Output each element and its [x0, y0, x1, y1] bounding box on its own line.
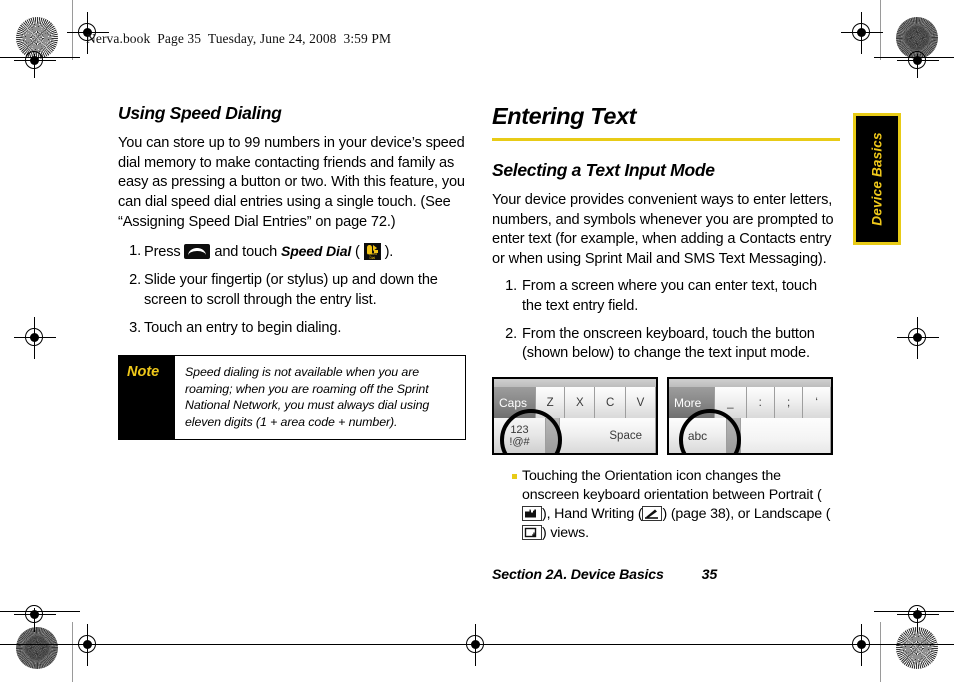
crop-rule-bottom-horizontal: [0, 644, 954, 646]
footer-section-label: Section 2A. Device Basics: [492, 567, 664, 583]
thumb-tab-device-basics: Device Basics: [853, 113, 901, 245]
list-item: Press and touch Speed Dial ( Speed Dial …: [124, 242, 466, 262]
section-title-selecting-text-input-mode: Selecting a Text Input Mode: [492, 159, 715, 180]
key-semicolon: ;: [774, 387, 804, 419]
key-colon: :: [746, 387, 775, 419]
bullet-part3: ) (page 38), or Landscape (: [662, 506, 831, 523]
list-item: From a screen where you can enter text, …: [500, 277, 818, 314]
key-quote: ‘: [803, 387, 831, 419]
note-callout-box: Note Speed dialing is not available when…: [118, 355, 466, 441]
symbol-keyboard-figure: More _ : ; ‘ abc: [667, 377, 833, 456]
note-label: Note: [119, 356, 175, 440]
phone-key-icon: [184, 244, 211, 260]
hand-writing-icon: [642, 506, 663, 522]
landscape-orientation-icon: [522, 525, 542, 541]
key-c: C: [595, 387, 626, 419]
left-column: Using Speed Dialing You can store up to …: [118, 103, 466, 441]
key-more: More: [669, 387, 715, 419]
trim-rule-top-left: [0, 57, 80, 59]
registration-mark-top-right: [841, 12, 883, 54]
registration-mark-page-mid-left: [14, 317, 56, 359]
speed-dialing-intro-paragraph: You can store up to 99 numbers in your d…: [118, 135, 465, 230]
key-caps: Caps: [494, 387, 536, 419]
step1-emphasis: Speed Dial: [281, 243, 352, 260]
key-abc: abc: [669, 418, 727, 454]
list-item: Touch an entry to begin dialing.: [124, 319, 342, 338]
step1-middle: and touch: [210, 244, 282, 261]
key-z: Z: [536, 387, 566, 419]
bullet-part1: Touching the Orientation icon changes th…: [522, 468, 822, 504]
registration-starburst-bottom-left: [16, 627, 58, 669]
key-123-symbols: 123 !@#: [494, 418, 546, 454]
page-footer: Section 2A. Device Basics 35: [492, 567, 852, 583]
step1-paren-open: (: [351, 244, 364, 261]
portrait-orientation-icon: [522, 506, 542, 522]
step1-prefix: Press: [144, 244, 185, 261]
right-column: Entering Text Selecting a Text Input Mod…: [492, 104, 840, 543]
registration-mark-page-bottom-left: [14, 598, 56, 632]
registration-starburst-bottom-right: [896, 627, 938, 669]
registration-mark-page-bottom-right: [897, 598, 939, 632]
list-item: Touching the Orientation icon changes th…: [512, 467, 840, 543]
list-item: From the onscreen keyboard, touch the bu…: [500, 325, 815, 361]
key-spacer: [546, 418, 560, 454]
entering-text-steps-list: From a screen where you can enter text, …: [492, 277, 840, 363]
keyboard-figures-row: Caps Z X C V 123 !@# Space More _ : ; ‘ …: [492, 377, 840, 456]
chapter-title-entering-text: Entering Text: [492, 103, 637, 129]
speed-dial-icon: Speed Dial: [363, 243, 381, 261]
key-space: Space: [560, 418, 656, 454]
registration-mark-page-mid-right: [897, 317, 939, 359]
registration-mark-page-top-left: [14, 44, 56, 78]
thumb-tab-label: Device Basics: [869, 132, 885, 226]
key-v: V: [626, 387, 656, 419]
bullet-part2: ), Hand Writing (: [542, 506, 643, 523]
speed-dialing-steps-list: Press and touch Speed Dial ( Speed Dial …: [118, 242, 466, 338]
orientation-bullet-list: Touching the Orientation icon changes th…: [492, 467, 840, 543]
key-underscore: _: [715, 387, 747, 419]
key-blank: [741, 418, 831, 454]
crop-rule-right-vertical-bottom: [880, 622, 882, 682]
list-item: Slide your fingertip (or stylus) up and …: [124, 271, 438, 308]
entering-text-intro-paragraph: Your device provides convenient ways to …: [492, 191, 834, 267]
bullet-part4: ) views.: [542, 525, 589, 542]
footer-page-number: 35: [701, 567, 718, 583]
key-123-line2: !@#: [509, 435, 530, 448]
step1-suffix: ).: [380, 244, 394, 261]
alpha-keyboard-figure: Caps Z X C V 123 !@# Space: [492, 377, 658, 456]
key-x: X: [565, 387, 596, 419]
registration-mark-page-top-right: [897, 44, 939, 78]
key-123-line1: 123: [510, 423, 529, 436]
trim-rule-top-right: [874, 57, 954, 59]
note-text: Speed dialing is not available when you …: [185, 365, 430, 429]
trim-rule-bottom-right: [874, 611, 954, 613]
trim-rule-bottom-left: [0, 611, 80, 613]
running-head: Nerva.book Page 35 Tuesday, June 24, 200…: [86, 31, 392, 46]
key-spacer: [727, 418, 741, 454]
page-title-using-speed-dialing: Using Speed Dialing: [118, 103, 282, 123]
chapter-title-underline: [492, 137, 840, 141]
crop-rule-right-vertical: [880, 0, 882, 60]
